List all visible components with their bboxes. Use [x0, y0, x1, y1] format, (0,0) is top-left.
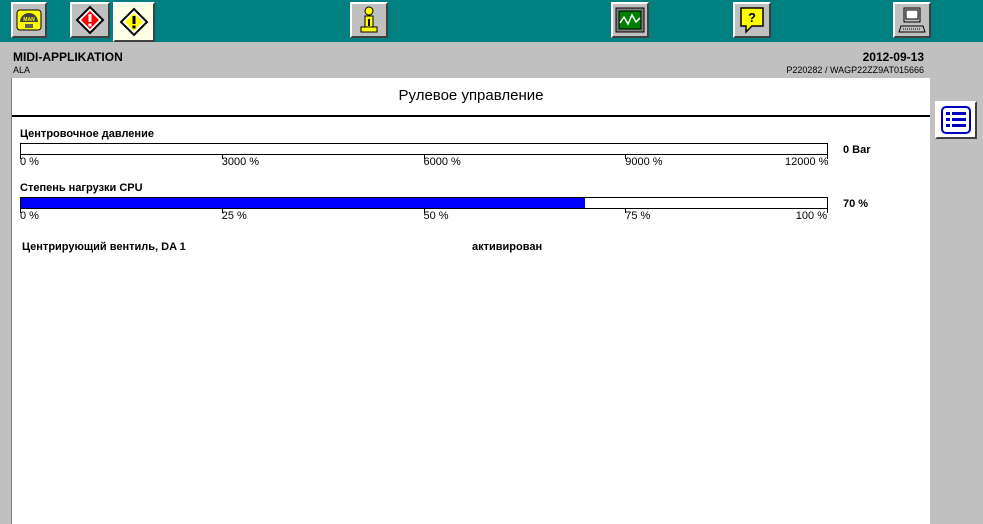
- warning-diamond-icon: [119, 7, 149, 37]
- gauge-tick-label: 75 %: [625, 210, 651, 222]
- svg-text:?: ?: [748, 10, 756, 25]
- list-icon: [941, 106, 971, 134]
- row-value-centering-valve: активирован: [472, 241, 543, 253]
- warning-button[interactable]: [113, 2, 155, 42]
- title-divider: [12, 115, 930, 117]
- app-title: MIDI-APPLIKATION: [13, 50, 123, 64]
- gauge-bar: [20, 197, 828, 209]
- info-person-icon: [360, 6, 378, 33]
- man-logo-icon: MAN: [16, 9, 42, 31]
- gauge-tick-label: 3000 %: [221, 156, 260, 168]
- gauge-label: Степень нагрузки CPU: [20, 182, 143, 194]
- computer-button[interactable]: [893, 2, 931, 38]
- gauge-label: Центровочное давление: [20, 128, 154, 140]
- info-button[interactable]: [350, 2, 388, 38]
- gauge-tick-label: 0 %: [20, 210, 39, 222]
- top-toolbar: MAN ?: [0, 0, 983, 42]
- gauge-tick-label: 50 %: [423, 210, 449, 222]
- svg-text:MAN: MAN: [23, 17, 35, 23]
- gauge-value: 70 %: [843, 198, 869, 210]
- vehicle-id: P220282 / WAGP22ZZ9AT015666: [786, 65, 924, 75]
- measurement-button[interactable]: [611, 2, 649, 38]
- gauge-value: 0 Bar: [843, 144, 871, 156]
- app-subtitle: ALA: [13, 65, 31, 75]
- gauge-tick-label: 9000 %: [625, 156, 663, 168]
- gauge-tick-label: 12000 %: [785, 156, 829, 168]
- app-header: MIDI-APPLIKATION ALA 2012-09-13 P220282 …: [8, 42, 930, 75]
- content-panel: Рулевое управление Центрирующий вентиль,…: [11, 78, 930, 524]
- gauge-tick-label: 100 %: [795, 210, 827, 222]
- gauge-tick-label: 6000 %: [423, 156, 461, 168]
- gauge-bar-fill: [21, 198, 586, 208]
- man-logo-button[interactable]: MAN: [11, 2, 47, 38]
- gauge-tick-label: 25 %: [221, 210, 247, 222]
- help-icon: ?: [740, 7, 764, 34]
- row-label-centering-valve: Центрирующий вентиль, DA 1: [22, 241, 186, 253]
- oscilloscope-icon: [615, 7, 645, 33]
- computer-icon: [898, 7, 926, 33]
- gauge-tick: [827, 209, 828, 213]
- gauge-bar: [20, 143, 828, 155]
- fault-warning-icon: [75, 5, 105, 35]
- panel-title: Рулевое управление: [398, 87, 544, 104]
- fault-warning-button[interactable]: [70, 2, 110, 38]
- help-button[interactable]: ?: [733, 2, 771, 38]
- gauge-tick-label: 0 %: [20, 156, 39, 168]
- list-view-button[interactable]: [935, 101, 977, 139]
- date-display: 2012-09-13: [862, 50, 924, 64]
